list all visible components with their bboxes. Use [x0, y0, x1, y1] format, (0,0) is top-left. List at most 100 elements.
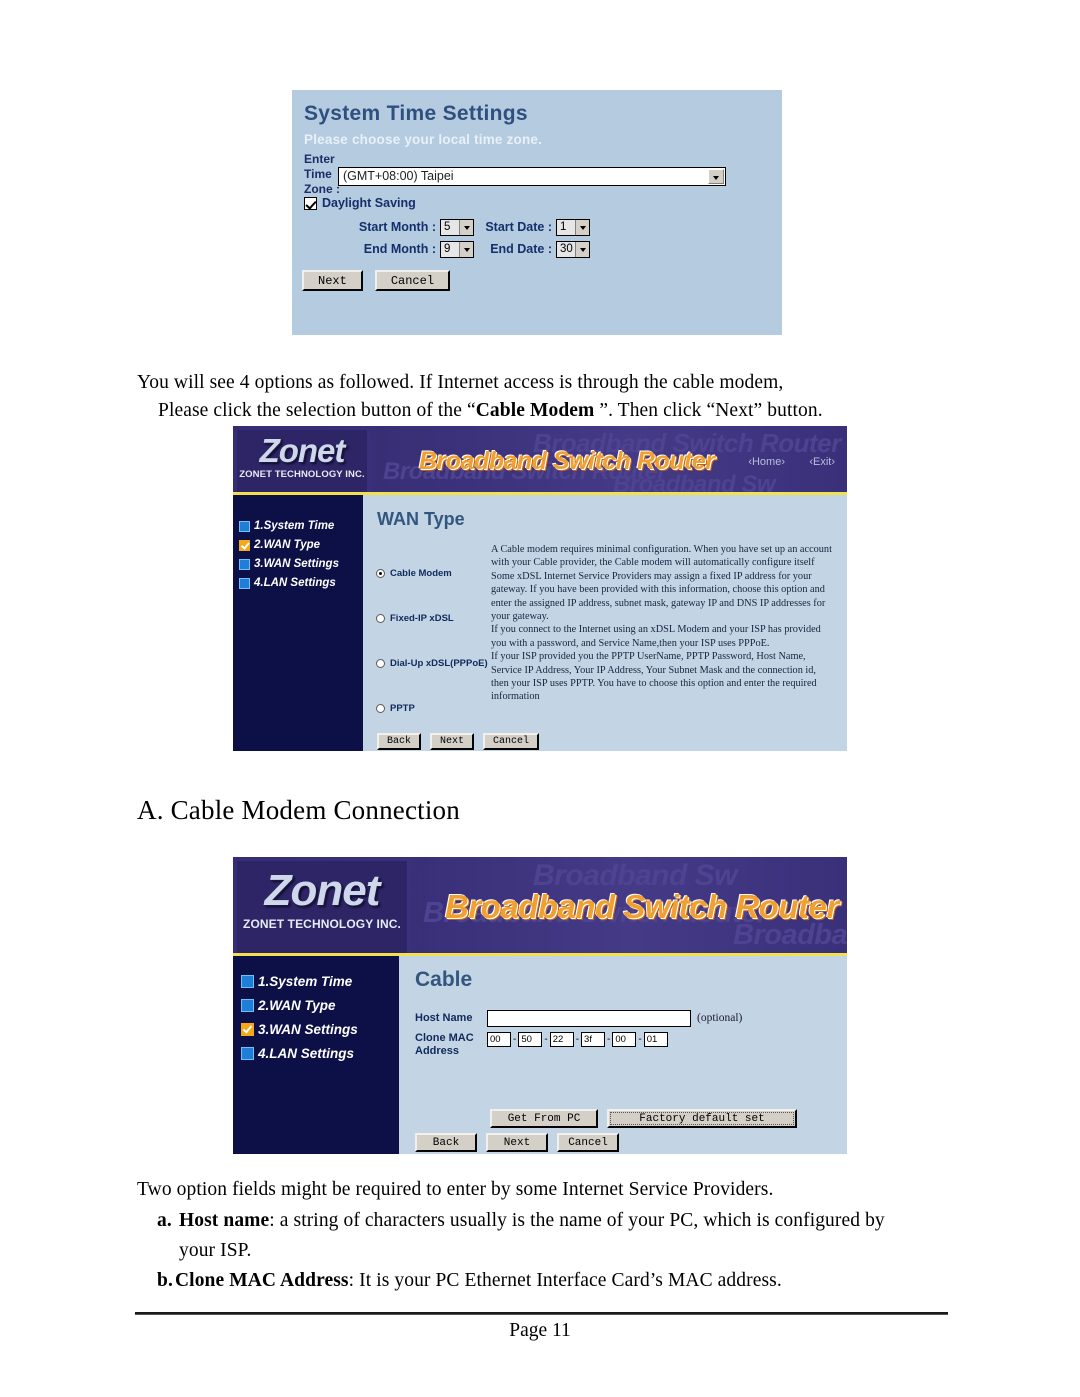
exit-link[interactable]: ‹Exit› [809, 456, 835, 468]
end-date-select[interactable]: 30 [556, 240, 590, 258]
mac-octet-1[interactable]: 00 [487, 1032, 511, 1047]
next-button[interactable]: Next [486, 1133, 548, 1152]
bullet-a-marker: a. [157, 1210, 172, 1231]
end-month-label: End Month : [363, 242, 436, 256]
description-pptp: If your ISP provided you the PPTP UserNa… [491, 651, 817, 703]
step-checkbox-checked-icon [241, 1023, 254, 1036]
start-month-label: Start Month : [358, 220, 436, 234]
chevron-down-icon[interactable] [459, 219, 473, 235]
page-title: Cable [415, 968, 473, 991]
sidebar-item-label: 4.LAN Settings [258, 1046, 355, 1061]
mac-separator: - [607, 1034, 611, 1045]
mac-separator: - [513, 1034, 517, 1045]
sidebar-item-wan-type[interactable]: 2.WAN Type [239, 539, 363, 551]
back-button[interactable]: Back [415, 1133, 477, 1152]
home-link[interactable]: ‹Home› [748, 456, 785, 468]
banner-title: Broadband Switch Router [445, 888, 839, 925]
start-date-select[interactable]: 1 [556, 218, 590, 236]
end-month-select[interactable]: 9 [440, 240, 474, 258]
timezone-select[interactable]: (GMT+08:00) Taipei [338, 167, 726, 186]
step-checkbox-icon [241, 999, 254, 1012]
description-fixed-ip: Some xDSL Internet Service Providers may… [491, 570, 826, 623]
bullet-a-text: : a string of characters usually is the … [269, 1210, 885, 1231]
end-date-label: End Date : [490, 242, 552, 256]
back-button[interactable]: Back [377, 733, 422, 750]
next-button[interactable]: Next [430, 733, 475, 750]
get-from-pc-button[interactable]: Get From PC [490, 1109, 598, 1128]
start-date-value: 1 [560, 221, 567, 233]
option-fixed-ip-xdsl[interactable]: Fixed-IP xDSL [376, 596, 488, 641]
sidebar-item-label: 1.System Time [254, 520, 335, 532]
option-cable-modem[interactable]: Cable Modem [376, 551, 488, 596]
radio-button-icon[interactable] [376, 569, 385, 578]
banner-title: Broadband Switch Router [419, 447, 715, 475]
cancel-button[interactable]: Cancel [557, 1133, 619, 1152]
mac-octet-5[interactable]: 00 [612, 1032, 637, 1047]
router-header-banner: Broadband Switch Router Broadband Switch… [233, 426, 847, 492]
radio-button-icon[interactable] [376, 614, 385, 623]
cable-nav-button-row: Back Next Cancel [415, 1133, 619, 1152]
sidebar-item-lan-settings[interactable]: 4.LAN Settings [241, 1046, 399, 1061]
mac-separator: - [575, 1034, 580, 1045]
host-name-input[interactable] [487, 1009, 691, 1027]
cancel-button[interactable]: Cancel [483, 733, 540, 750]
sidebar-item-wan-type[interactable]: 2.WAN Type [241, 998, 399, 1013]
clone-mac-octet-group: 00 - 50 - 22 - 3f - 00 - 01 [487, 1032, 668, 1047]
end-month-value: 9 [444, 243, 451, 255]
daylight-saving-checkbox[interactable] [304, 196, 317, 210]
start-month-value: 5 [444, 221, 451, 233]
factory-default-set-button[interactable]: Factory default set [607, 1109, 797, 1128]
main-content: WAN Type Cable Modem Fixed-IP xDSL Dial-… [363, 495, 847, 751]
wan-type-options: Cable Modem Fixed-IP xDSL Dial-Up xDSL(P… [376, 551, 488, 731]
chevron-down-icon[interactable] [575, 219, 589, 235]
host-name-note: (optional) [697, 1012, 743, 1024]
next-button[interactable]: Next [302, 270, 363, 291]
cancel-button[interactable]: Cancel [374, 270, 451, 291]
zonet-logo: Zonet ZONET TECHNOLOGY INC. [237, 861, 407, 953]
system-time-title: System Time Settings [304, 102, 528, 125]
chevron-down-icon[interactable] [575, 241, 589, 257]
bullet-a: a. Host name: a string of characters usua… [157, 1206, 957, 1236]
bullet-a-continued: your ISP. [179, 1240, 252, 1261]
mac-octet-3[interactable]: 22 [549, 1032, 574, 1047]
daylight-saving-label: Daylight Saving [322, 196, 416, 210]
radio-button-icon[interactable] [376, 659, 385, 668]
sidebar-item-system-time[interactable]: 1.System Time [241, 974, 399, 989]
cable-form: Host Name (optional) Clone MAC Address 00… [415, 1008, 797, 1152]
option-pptp[interactable]: PPTP [376, 686, 488, 731]
sidebar-nav: 1.System Time 2.WAN Type 3.WAN Settings … [233, 956, 399, 1154]
system-time-subtitle: Please choose your local time zone. [304, 132, 543, 147]
sidebar-item-lan-settings[interactable]: 4.LAN Settings [239, 577, 363, 589]
mac-octet-2[interactable]: 50 [518, 1032, 543, 1047]
system-time-settings-screenshot: System Time Settings Please choose your … [292, 90, 782, 335]
router-header-banner: Broadband Sw Broadband Switch Router Bro… [233, 857, 847, 953]
start-month-select[interactable]: 5 [440, 218, 474, 236]
sidebar-item-system-time[interactable]: 1.System Time [239, 520, 363, 532]
bullet-b-term: Clone MAC Address [175, 1270, 349, 1291]
sidebar-item-label: 2.WAN Type [258, 998, 336, 1013]
intro-text-b: ”. Then click “Next” button. [594, 400, 823, 421]
zonet-logo-text: Zonet [259, 432, 346, 469]
radio-button-icon[interactable] [376, 704, 385, 713]
clone-mac-label: Clone MAC Address [415, 1032, 474, 1057]
option-dial-up-pppoe[interactable]: Dial-Up xDSL(PPPoE) [376, 641, 488, 686]
mac-octet-4[interactable]: 3f [581, 1032, 606, 1047]
sidebar-item-wan-settings[interactable]: 3.WAN Settings [241, 1022, 399, 1037]
chevron-down-icon[interactable] [459, 241, 473, 257]
document-page: System Time Settings Please choose your … [0, 0, 1080, 1397]
intro-paragraph-line1: You will see 4 options as followed. If I… [137, 372, 784, 393]
sidebar-item-wan-settings[interactable]: 3.WAN Settings [239, 558, 363, 570]
bullet-b-text: : It is your PC Ethernet Interface Card’… [348, 1270, 782, 1291]
end-date-value: 30 [560, 243, 573, 255]
cable-utility-button-row: Get From PC Factory default set [490, 1109, 797, 1128]
option-label: Fixed-IP xDSL [390, 613, 454, 624]
start-date-label: Start Date : [485, 220, 552, 234]
zonet-logo-subtext: ZONET TECHNOLOGY INC. [239, 469, 365, 480]
cable-modem-emphasis: Cable Modem [475, 400, 595, 421]
daylight-saving-row[interactable]: Daylight Saving [304, 196, 416, 210]
mac-octet-6[interactable]: 01 [643, 1032, 668, 1047]
router-body: 1.System Time 2.WAN Type 3.WAN Settings … [233, 495, 847, 751]
chevron-down-icon[interactable] [708, 169, 724, 184]
step-checkbox-icon [239, 520, 250, 532]
two-option-fields-paragraph: Two option fields might be required to e… [137, 1179, 774, 1200]
